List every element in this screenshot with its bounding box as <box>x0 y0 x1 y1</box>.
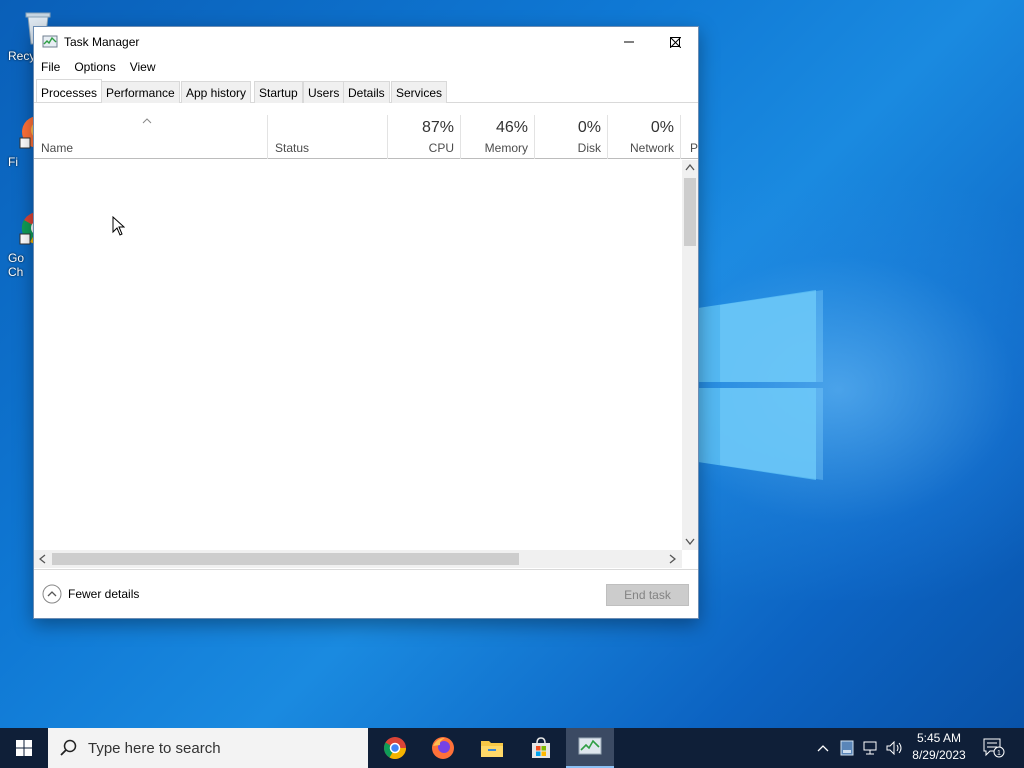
clock-time: 5:45 AM <box>916 731 962 745</box>
clock-date: 8/29/2023 <box>912 748 966 762</box>
horizontal-scroll-thumb[interactable] <box>52 553 519 565</box>
search-placeholder: Type here to search <box>88 739 221 757</box>
menu-bar: File Options View <box>34 57 163 79</box>
horizontal-scrollbar[interactable] <box>34 550 682 568</box>
taskbar-task-manager[interactable] <box>566 728 614 768</box>
windows-start-icon <box>16 740 32 756</box>
column-cpu[interactable]: 87% CPU <box>388 115 461 159</box>
vertical-scrollbar[interactable] <box>682 160 698 550</box>
column-network-label: Network <box>629 141 674 155</box>
notification-icon: 1 <box>983 738 1005 758</box>
taskbar-search-box[interactable]: Type here to search <box>48 728 368 768</box>
column-name-label: Name <box>41 141 74 155</box>
close-button[interactable] <box>652 27 698 57</box>
action-center-button[interactable]: 1 <box>980 728 1008 768</box>
scroll-up-icon[interactable] <box>685 164 695 171</box>
tab-strip: Processes Performance App history Startu… <box>34 79 698 103</box>
tab-services[interactable]: Services <box>391 81 448 103</box>
column-disk[interactable]: 0% Disk <box>535 115 608 159</box>
chrome-icon <box>384 737 406 759</box>
task-manager-icon <box>42 35 58 48</box>
taskbar-file-explorer[interactable] <box>468 728 516 768</box>
column-power-label: P <box>690 141 698 155</box>
sort-ascending-icon <box>142 118 152 124</box>
window-title: Task Manager <box>64 35 140 49</box>
taskbar: Type here to search 5:45 AM 8/29/2023 1 <box>0 728 1024 768</box>
notification-count: 1 <box>997 750 1001 757</box>
tab-details[interactable]: Details <box>343 81 390 103</box>
start-button[interactable] <box>0 728 48 768</box>
firefox-icon <box>432 737 454 759</box>
search-icon <box>60 739 77 756</box>
device-icon <box>840 740 854 756</box>
memory-usage-value: 46% <box>495 119 528 136</box>
column-disk-label: Disk <box>577 141 601 155</box>
folder-icon <box>481 741 503 757</box>
cpu-usage-value: 87% <box>421 119 454 136</box>
taskbar-microsoft-store[interactable] <box>517 728 565 768</box>
mouse-cursor-icon <box>112 216 125 236</box>
minimize-button[interactable] <box>606 27 652 57</box>
network-icon <box>863 741 877 755</box>
process-list[interactable] <box>34 160 682 550</box>
chevron-up-icon <box>817 745 829 752</box>
footer-bar: Fewer details End task <box>34 569 698 619</box>
tab-processes[interactable]: Processes <box>36 79 103 102</box>
network-usage-value: 0% <box>650 119 674 136</box>
column-status-label: Status <box>275 141 310 155</box>
tray-overflow-button[interactable] <box>812 728 834 768</box>
chevron-up-circle-icon <box>42 584 62 604</box>
vertical-scroll-thumb[interactable] <box>684 178 696 246</box>
task-manager-icon <box>578 737 602 755</box>
store-icon <box>532 737 550 758</box>
volume-icon <box>886 741 902 755</box>
column-network[interactable]: 0% Network <box>608 115 681 159</box>
column-memory-label: Memory <box>484 141 528 155</box>
menu-file[interactable]: File <box>34 57 67 79</box>
tray-network-button[interactable] <box>860 728 882 768</box>
end-task-button[interactable]: End task <box>606 584 689 606</box>
title-bar[interactable]: Task Manager <box>34 27 698 57</box>
taskbar-clock[interactable]: 5:45 AM 8/29/2023 <box>904 730 974 764</box>
tray-volume-button[interactable] <box>884 728 906 768</box>
scroll-left-icon[interactable] <box>39 554 46 564</box>
tray-drive-icon-button[interactable] <box>836 728 858 768</box>
process-column-header: Name Status 87% CPU 46% Memory 0% Disk 0… <box>34 115 698 159</box>
close-icon <box>669 36 681 48</box>
scroll-down-icon[interactable] <box>685 538 695 545</box>
column-cpu-label: CPU <box>428 141 454 155</box>
tab-startup[interactable]: Startup <box>254 81 303 103</box>
column-status[interactable]: Status <box>268 115 388 159</box>
menu-view[interactable]: View <box>123 57 163 79</box>
tab-performance[interactable]: Performance <box>101 81 180 103</box>
tab-users[interactable]: Users <box>303 81 345 103</box>
fewer-details-label: Fewer details <box>68 587 140 601</box>
fewer-details-button[interactable]: Fewer details <box>42 584 139 604</box>
scroll-right-icon[interactable] <box>669 554 676 564</box>
taskbar-chrome[interactable] <box>371 728 419 768</box>
column-name[interactable]: Name <box>34 115 268 159</box>
windows-logo-wallpaper <box>698 290 823 480</box>
tab-app-history[interactable]: App history <box>181 81 252 103</box>
minimize-icon <box>624 41 634 43</box>
column-power[interactable]: P <box>681 115 698 159</box>
task-manager-window: Task Manager File Options View Processes… <box>33 26 699 619</box>
disk-usage-value: 0% <box>577 119 601 136</box>
column-memory[interactable]: 46% Memory <box>461 115 535 159</box>
menu-options[interactable]: Options <box>67 57 122 79</box>
taskbar-firefox[interactable] <box>419 728 467 768</box>
